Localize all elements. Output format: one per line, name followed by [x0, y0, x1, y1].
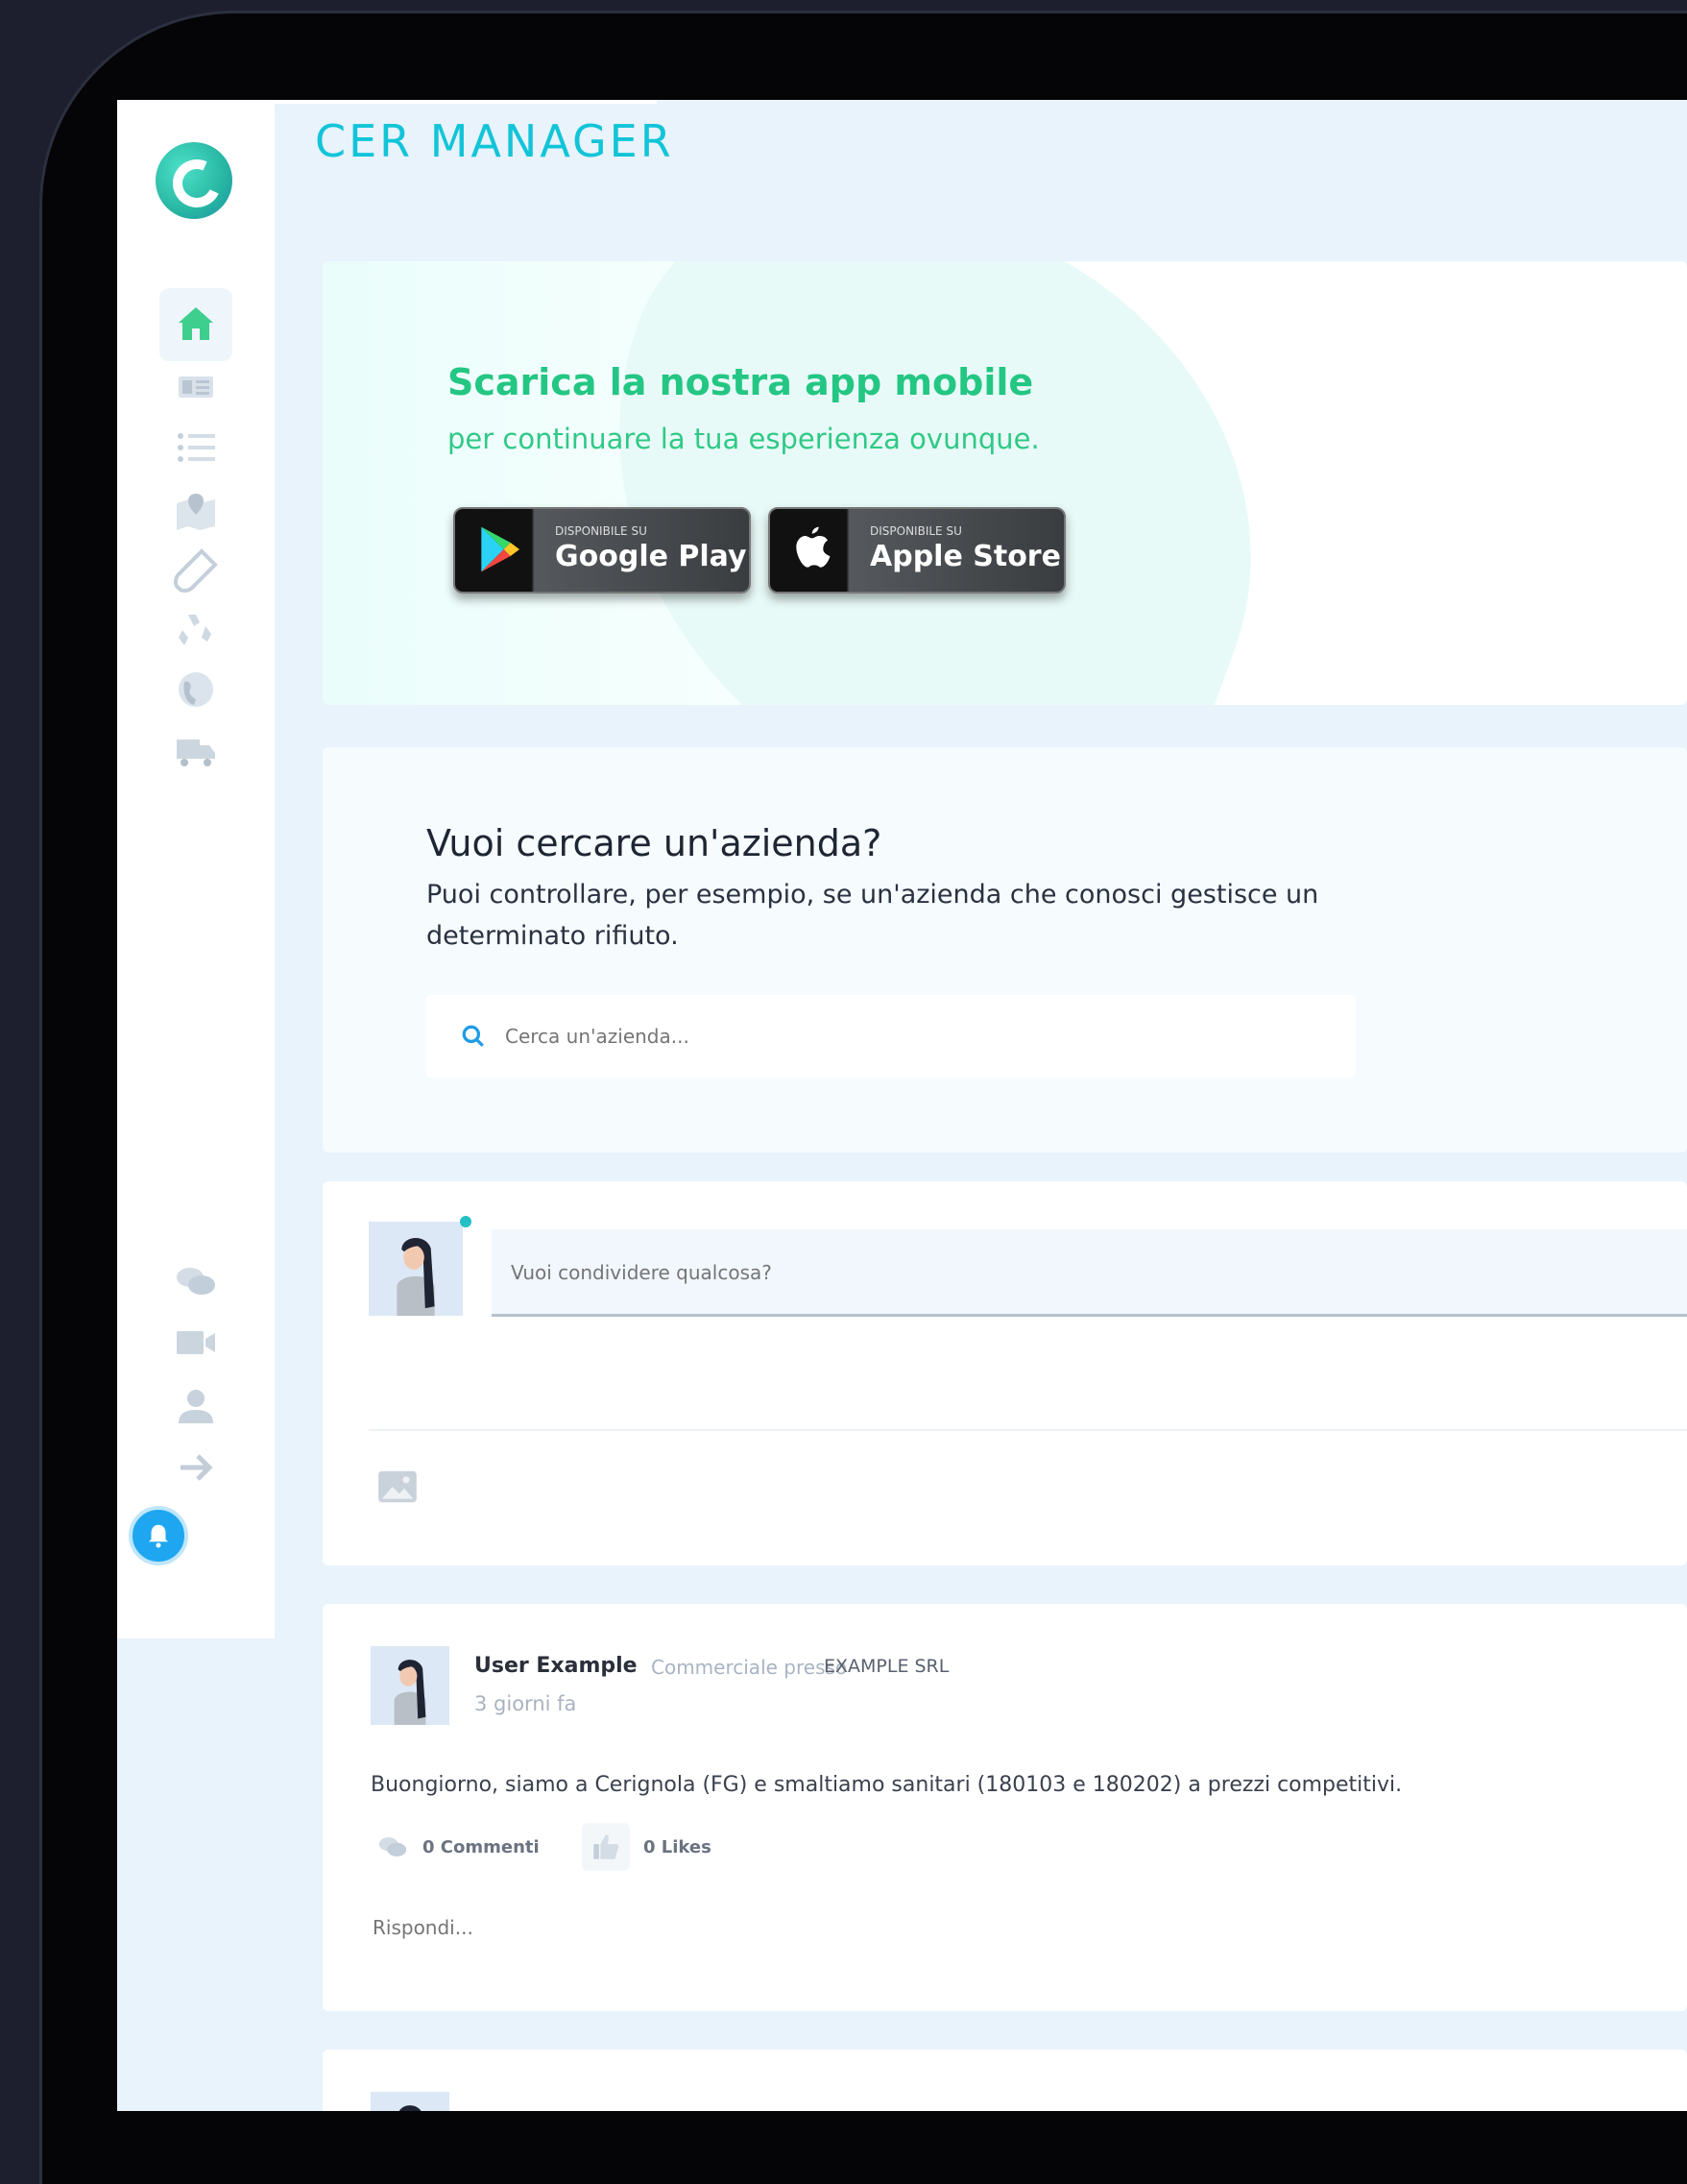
- compose-post-card: [323, 1181, 1687, 1565]
- search-title: Vuoi cercare un'azienda?: [426, 822, 882, 864]
- like-icon-box: [582, 1823, 630, 1871]
- newspaper-icon: [179, 376, 213, 398]
- google-play-small-label: DISPONIBILE SU: [555, 524, 647, 538]
- google-play-icon: [481, 526, 519, 572]
- apple-store-button[interactable]: DISPONIBILE SU Apple Store: [768, 507, 1066, 594]
- google-play-button[interactable]: DISPONIBILE SU Google Play: [453, 507, 751, 594]
- list-icon: [178, 433, 215, 462]
- compose-field[interactable]: [492, 1229, 1687, 1317]
- divider: [369, 1429, 1687, 1431]
- recycle-icon: [179, 615, 211, 645]
- search-icon: [462, 1025, 484, 1047]
- app-download-heading: Scarica la nostra app mobile: [447, 361, 1034, 403]
- truck-icon: [177, 740, 215, 766]
- sidebar-item-list[interactable]: [159, 411, 232, 484]
- apple-store-label: Apple Store: [870, 540, 1061, 573]
- sidebar-item-truck[interactable]: [159, 715, 232, 788]
- reply-input[interactable]: [371, 1915, 1143, 1940]
- image-icon[interactable]: [376, 1469, 419, 1504]
- sidebar: [117, 100, 275, 1638]
- post-timestamp: 3 giorni fa: [474, 1692, 577, 1715]
- thumbs-up-icon: [593, 1834, 619, 1859]
- post-avatar: [371, 1646, 449, 1725]
- test-tube-icon: [174, 548, 218, 593]
- globe-icon: [179, 672, 213, 707]
- post-card: User Example Commerciale presso EXAMPLE …: [323, 1604, 1687, 2011]
- likes-count: 0 Likes: [643, 1836, 711, 1857]
- next-post-avatar: [371, 2092, 449, 2111]
- post-author-company[interactable]: EXAMPLE SRL: [824, 1656, 949, 1677]
- comments-count: 0 Commenti: [422, 1836, 540, 1857]
- app-screen: CER MANAGER Scarica la nostra app mobile…: [117, 100, 1687, 2111]
- comments-icon: [378, 1837, 407, 1856]
- video-icon: [177, 1331, 215, 1354]
- post-author[interactable]: User Example: [474, 1654, 638, 1678]
- comments-button[interactable]: 0 Commenti: [376, 1823, 540, 1871]
- online-status-dot: [460, 1216, 471, 1227]
- decorative-shape: [513, 261, 1342, 705]
- map-icon: [177, 494, 215, 530]
- company-search-input[interactable]: [503, 1016, 1275, 1056]
- user-icon: [179, 1390, 213, 1423]
- home-icon: [179, 307, 213, 340]
- google-play-label: Google Play: [555, 540, 747, 573]
- sidebar-item-video[interactable]: [159, 1306, 232, 1379]
- app-download-card: Scarica la nostra app mobile per continu…: [323, 261, 1687, 705]
- avatar-illustration: [371, 2092, 449, 2111]
- company-search-card: Vuoi cercare un'azienda? Puoi controllar…: [323, 747, 1687, 1153]
- app-download-subheading: per continuare la tua esperienza ovunque…: [447, 423, 1040, 455]
- reply-field[interactable]: [371, 1915, 1143, 1953]
- post-author-role: Commerciale presso: [651, 1656, 848, 1679]
- post-body: Buongiorno, siamo a Cerignola (FG) e sma…: [371, 1773, 1403, 1797]
- chat-icon: [177, 1268, 215, 1295]
- sidebar-item-logout[interactable]: [159, 1431, 232, 1504]
- search-description: Puoi controllare, per esempio, se un'azi…: [426, 880, 1319, 951]
- compose-input[interactable]: [509, 1252, 1377, 1293]
- apple-icon: [796, 526, 831, 568]
- logout-icon: [181, 1454, 213, 1481]
- notification-button[interactable]: [129, 1506, 188, 1565]
- next-post-card: [323, 2050, 1687, 2111]
- avatar-illustration: [371, 1646, 449, 1725]
- avatar-illustration: [369, 1222, 463, 1316]
- logo[interactable]: [156, 142, 232, 219]
- avatar: [369, 1222, 463, 1316]
- app-title: CER MANAGER: [315, 115, 674, 167]
- apple-store-small-label: DISPONIBILE SU: [870, 524, 962, 538]
- likes-button[interactable]: 0 Likes: [582, 1823, 711, 1871]
- bell-icon: [149, 1524, 168, 1548]
- company-search-field[interactable]: [426, 995, 1356, 1078]
